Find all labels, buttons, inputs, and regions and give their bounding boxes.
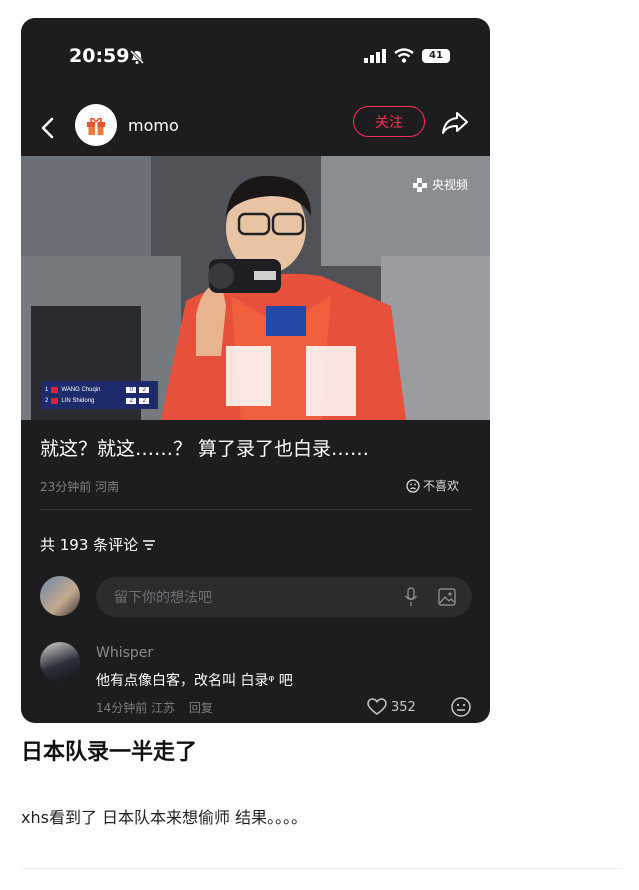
scoreboard-row: 2 LIN Shidong 2 2 bbox=[42, 395, 158, 406]
reply-button[interactable]: 回复 bbox=[189, 701, 213, 715]
heart-icon bbox=[367, 698, 387, 715]
status-bar: 20:59 41 bbox=[21, 18, 490, 98]
player-seed: 1 bbox=[45, 386, 49, 393]
post-caption: 就这？就这……？ 算了录了也白录…… bbox=[40, 438, 370, 460]
wifi-icon bbox=[394, 48, 414, 63]
comment-like-button[interactable]: 352 bbox=[367, 698, 416, 716]
microphone-icon[interactable] bbox=[404, 587, 418, 607]
player-points: 2 bbox=[139, 386, 150, 393]
video-frame[interactable]: 央视频 1 WANG Chuqin 0 2 2 LIN Shidong 2 2 bbox=[21, 156, 490, 420]
emoji-react-icon[interactable] bbox=[450, 696, 472, 718]
comment-input[interactable]: 留下你的想法吧 bbox=[96, 577, 472, 617]
player-name: LIN Shidong bbox=[61, 397, 95, 404]
commenter-name[interactable]: Whisper bbox=[96, 645, 153, 661]
player-sets: 0 bbox=[126, 386, 137, 393]
author-name[interactable]: momo bbox=[128, 116, 179, 135]
status-time: 20:59 bbox=[69, 45, 130, 67]
mute-bell-icon bbox=[129, 49, 145, 65]
sort-icon bbox=[143, 539, 156, 550]
comment-count[interactable]: 共 193 条评论 bbox=[40, 534, 156, 555]
player-points: 2 bbox=[139, 397, 150, 404]
signal-icon bbox=[364, 48, 386, 63]
status-icons: 41 bbox=[364, 48, 450, 63]
battery-icon: 41 bbox=[422, 48, 450, 63]
phone-screenshot: 20:59 41 momo 关注 央视频 1 WANG Chuqin 0 2 2… bbox=[21, 18, 490, 723]
article-body: xhs看到了 日本队本来想偷师 结果。。。。 bbox=[21, 808, 308, 827]
article-title: 日本队录一半走了 bbox=[21, 740, 198, 765]
post-time-location: 23分钟前 河南 bbox=[40, 480, 120, 494]
scoreboard-row: 1 WANG Chuqin 0 2 bbox=[42, 384, 158, 395]
scoreboard: 1 WANG Chuqin 0 2 2 LIN Shidong 2 2 bbox=[42, 381, 158, 409]
comment-count-label: 共 193 条评论 bbox=[40, 536, 139, 554]
cctv-logo-icon bbox=[412, 177, 427, 192]
comment-text: 他有点像白客，改名叫 白录ᵠ 吧 bbox=[96, 673, 293, 689]
commenter-avatar[interactable] bbox=[40, 642, 80, 682]
dislike-label: 不喜欢 bbox=[423, 479, 460, 493]
gift-icon bbox=[87, 117, 105, 135]
image-icon[interactable] bbox=[438, 588, 456, 606]
player-sets: 2 bbox=[126, 397, 137, 404]
watermark-text: 央视频 bbox=[431, 178, 468, 192]
share-icon[interactable] bbox=[441, 110, 469, 136]
back-arrow-icon[interactable] bbox=[39, 116, 55, 140]
comment-time-location: 14分钟前 江苏 bbox=[96, 701, 176, 715]
frown-face-icon bbox=[406, 478, 420, 493]
cctv-watermark: 央视频 bbox=[412, 176, 468, 193]
flag-icon bbox=[51, 397, 59, 404]
player-name: WANG Chuqin bbox=[61, 386, 101, 393]
comment-meta: 14分钟前 江苏 回复 bbox=[96, 699, 213, 716]
flag-icon bbox=[51, 386, 59, 393]
top-nav: momo 关注 bbox=[21, 102, 490, 154]
my-avatar bbox=[40, 576, 80, 616]
divider bbox=[21, 868, 621, 869]
comment-input-placeholder: 留下你的想法吧 bbox=[114, 590, 212, 606]
player-seed: 2 bbox=[45, 397, 49, 404]
comment-like-count: 352 bbox=[391, 699, 416, 715]
author-avatar[interactable] bbox=[75, 104, 117, 146]
follow-button[interactable]: 关注 bbox=[353, 106, 425, 137]
divider bbox=[40, 509, 472, 510]
dislike-button[interactable]: 不喜欢 bbox=[406, 477, 459, 494]
